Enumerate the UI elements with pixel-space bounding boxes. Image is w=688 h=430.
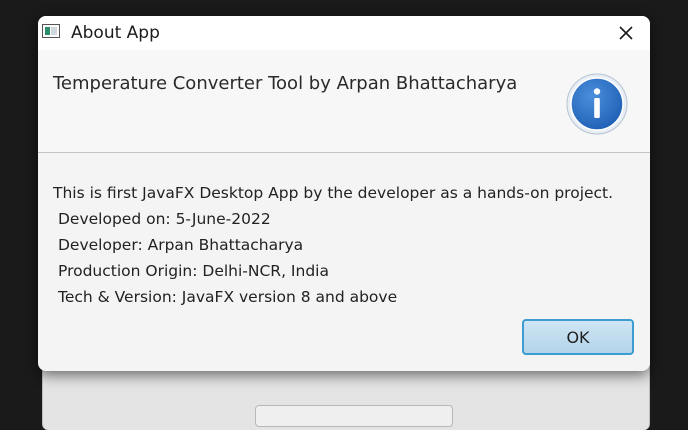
close-button[interactable] [606,18,646,48]
background-button [255,405,453,427]
ok-button[interactable]: OK [522,319,634,355]
content-line: Developer: Arpan Bhattacharya [58,236,304,254]
header-title: Temperature Converter Tool by Arpan Bhat… [53,73,518,94]
title-bar[interactable]: About App [38,16,650,50]
window-title: About App [71,23,160,43]
about-dialog: About App Temperature Converter Tool by … [38,16,650,371]
content-line: Tech & Version: JavaFX version 8 and abo… [58,288,398,306]
content-line: Production Origin: Delhi-NCR, India [58,262,329,280]
close-icon [619,26,633,40]
content-line: Developed on: 5-June-2022 [58,210,271,228]
dialog-header [38,50,650,153]
app-window-icon [42,24,60,38]
info-icon [566,73,628,135]
content-line: This is first JavaFX Desktop App by the … [53,184,614,202]
dialog-content: This is first JavaFX Desktop App by the … [53,180,638,310]
